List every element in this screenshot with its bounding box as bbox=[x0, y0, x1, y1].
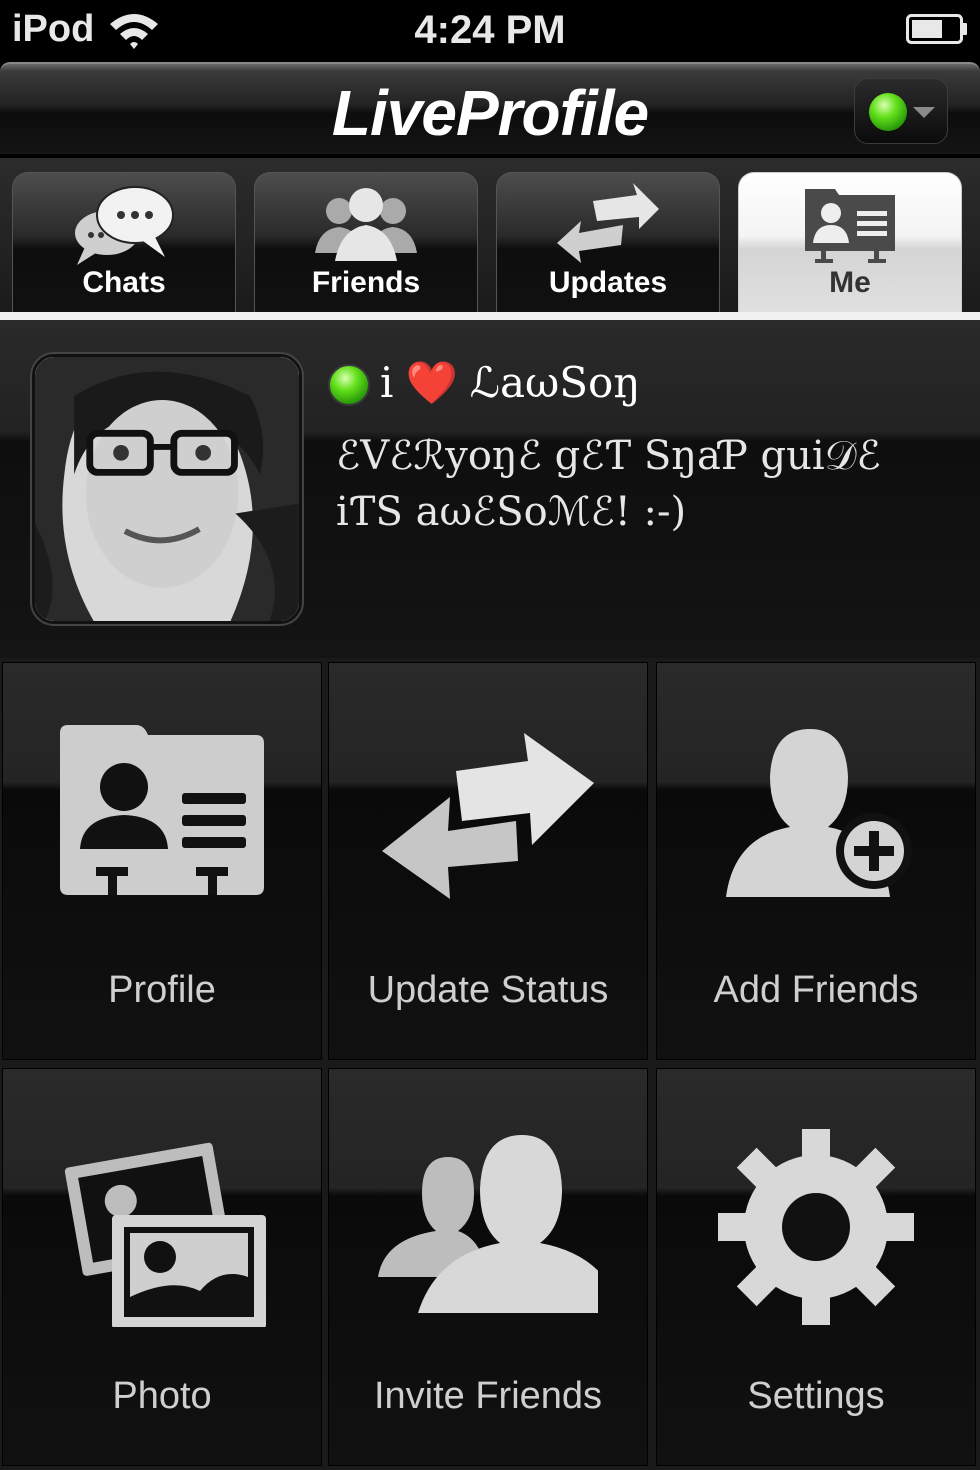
tab-label: Friends bbox=[311, 266, 421, 299]
online-status-icon bbox=[869, 93, 907, 131]
name-prefix: i bbox=[380, 358, 394, 407]
contact-card-icon bbox=[60, 725, 264, 895]
menu-profile-button[interactable]: Profile bbox=[2, 662, 322, 1060]
tab-divider bbox=[0, 312, 980, 320]
friends-icon bbox=[315, 188, 417, 261]
add-friend-icon bbox=[726, 729, 912, 897]
avatar-photo bbox=[35, 357, 299, 621]
name-text: ℒaωSoŋ bbox=[469, 358, 641, 407]
updates-arrows-icon bbox=[557, 183, 659, 263]
menu-add-friends-button[interactable]: Add Friends bbox=[656, 662, 976, 1060]
tab-me[interactable]: Me bbox=[738, 172, 962, 312]
menu-settings-button[interactable]: Settings bbox=[656, 1068, 976, 1466]
status-bar: iPod 4:24 PM bbox=[0, 0, 980, 60]
menu-update-status-button[interactable]: Update Status bbox=[328, 662, 648, 1060]
display-name: i ❤️ ℒaωSoŋ bbox=[380, 358, 640, 408]
menu-label: Add Friends bbox=[713, 969, 919, 1011]
tab-bar: Chats Friends Updates Me bbox=[0, 158, 980, 320]
profile-header: i ❤️ ℒaωSoŋ ℰVℰℛyoŋℰ gℰƬ SŋaƤ gui𝒟ℰ iƬS aω… bbox=[0, 320, 980, 658]
clock: 4:24 PM bbox=[414, 8, 566, 52]
status-message: ℰVℰℛyoŋℰ gℰƬ SŋaƤ gui𝒟ℰ iƬS aωℰSoℳℰ! :-) bbox=[336, 433, 881, 535]
heart-icon: ❤️ bbox=[405, 358, 458, 407]
tab-label: Updates bbox=[548, 266, 668, 299]
tab-updates[interactable]: Updates bbox=[496, 172, 720, 312]
app-title: LiveProfile bbox=[331, 77, 649, 149]
updates-arrows-icon bbox=[382, 733, 594, 899]
menu-label: Profile bbox=[108, 969, 216, 1011]
tab-label: Me bbox=[829, 266, 871, 299]
chat-bubbles-icon bbox=[75, 186, 174, 265]
contact-card-icon bbox=[805, 189, 895, 263]
title-bar: LiveProfile bbox=[0, 62, 980, 156]
avatar[interactable] bbox=[32, 354, 302, 624]
battery-icon bbox=[906, 14, 967, 44]
gear-icon bbox=[718, 1129, 914, 1325]
online-status-icon bbox=[328, 364, 370, 406]
menu-grid: Profile Update Status Add Friends Photo … bbox=[0, 658, 980, 1470]
tab-friends[interactable]: Friends bbox=[254, 172, 478, 312]
menu-label: Invite Friends bbox=[373, 1375, 603, 1417]
chevron-down-icon bbox=[913, 107, 935, 118]
menu-label: Update Status bbox=[367, 969, 609, 1011]
invite-friends-icon bbox=[378, 1135, 598, 1313]
menu-label: Settings bbox=[747, 1375, 885, 1417]
menu-invite-friends-button[interactable]: Invite Friends bbox=[328, 1068, 648, 1466]
presence-status-button[interactable] bbox=[854, 78, 948, 144]
tab-chats[interactable]: Chats bbox=[12, 172, 236, 312]
tab-label: Chats bbox=[82, 266, 166, 299]
photos-icon bbox=[64, 1142, 266, 1327]
menu-photo-button[interactable]: Photo bbox=[2, 1068, 322, 1466]
menu-label: Photo bbox=[112, 1375, 212, 1417]
